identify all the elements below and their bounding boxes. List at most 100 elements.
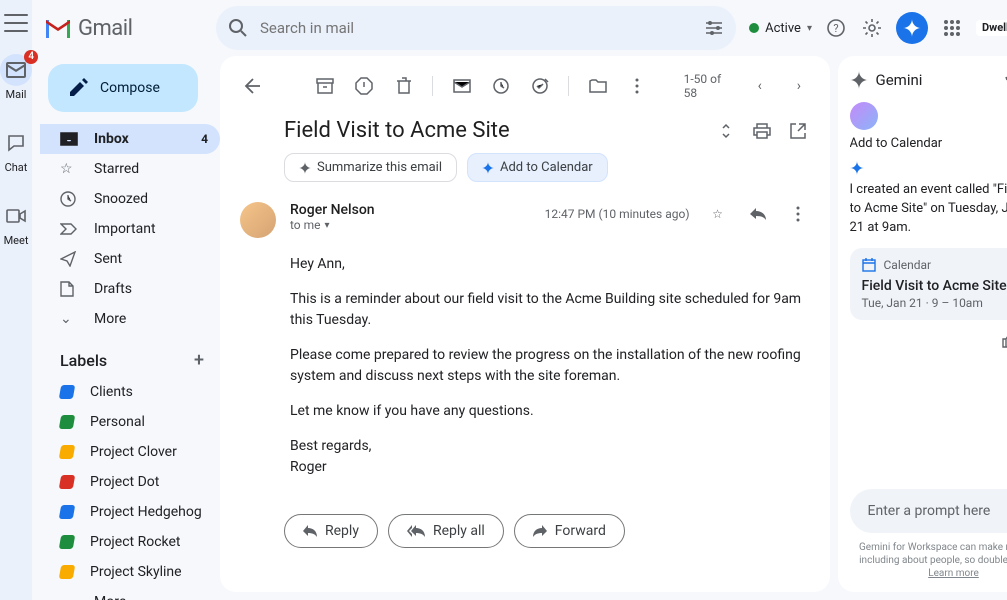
chevron-down-icon: ▾	[325, 220, 330, 231]
draft-icon	[60, 281, 78, 297]
nav-starred[interactable]: ☆Starred	[40, 154, 220, 184]
more-icon[interactable]	[626, 74, 647, 98]
spark-icon	[482, 162, 494, 174]
snooze-icon[interactable]	[490, 74, 511, 98]
send-icon	[60, 251, 78, 267]
help-icon[interactable]: ?	[824, 16, 848, 40]
label-skyline[interactable]: Project Skyline	[40, 557, 220, 587]
chat-icon	[6, 133, 26, 153]
label-swatch-icon	[59, 535, 75, 549]
chevron-down-icon: ⌄	[60, 311, 78, 327]
card-time: Tue, Jan 21 · 9 – 10am	[862, 296, 1007, 310]
label-dot[interactable]: Project Dot	[40, 467, 220, 497]
sender-to[interactable]: to me▾	[290, 218, 531, 232]
status-dot-icon	[749, 23, 759, 33]
sender-avatar[interactable]	[240, 202, 276, 238]
nav-snoozed[interactable]: Snoozed	[40, 184, 220, 214]
more-icon[interactable]	[786, 202, 810, 226]
nav-inbox[interactable]: Inbox4	[40, 124, 220, 154]
label-swatch-icon	[59, 505, 75, 519]
panel-subtitle: Add to Calendar	[850, 136, 1007, 151]
search-bar[interactable]	[216, 6, 736, 50]
label-personal[interactable]: Personal	[40, 407, 220, 437]
gemini-button[interactable]	[896, 12, 928, 44]
mark-unread-icon[interactable]	[451, 74, 472, 98]
prompt-input[interactable]: Enter a prompt here	[850, 489, 1007, 533]
back-icon[interactable]	[240, 74, 261, 98]
chip-add-calendar[interactable]: Add to Calendar	[467, 153, 608, 182]
delete-icon[interactable]	[393, 74, 414, 98]
rail-mail-label: Mail	[6, 88, 27, 101]
gemini-response: I created an event called "Field Visit t…	[850, 181, 1007, 238]
gemini-spark-icon	[850, 161, 864, 175]
settings-icon[interactable]	[860, 16, 884, 40]
reply-icon[interactable]	[746, 202, 770, 226]
expand-icon[interactable]	[714, 119, 738, 143]
gmail-logo-icon	[44, 17, 72, 39]
forward-button[interactable]: Forward	[514, 514, 625, 548]
mail-icon	[6, 62, 26, 78]
star-icon: ☆	[60, 161, 78, 177]
menu-icon[interactable]	[4, 14, 28, 32]
org-chip[interactable]: Dwelling Fund	[976, 20, 1007, 36]
label-rocket[interactable]: Project Rocket	[40, 527, 220, 557]
sidebar: Compose Inbox4 ☆Starred Snoozed Importan…	[40, 56, 220, 592]
compose-button[interactable]: Compose	[48, 64, 198, 112]
svg-text:?: ?	[833, 22, 838, 35]
task-icon[interactable]	[529, 74, 550, 98]
time-label: 12:47 PM (10 minutes ago)	[545, 207, 690, 221]
nav-important[interactable]: Important	[40, 214, 220, 244]
calendar-icon	[862, 258, 876, 272]
panel-title: Gemini	[876, 71, 994, 89]
toolbar: 1-50 of 58 ‹ ›	[240, 64, 810, 108]
rail-meet-label: Meet	[4, 234, 29, 247]
pager-text: 1-50 of 58	[684, 72, 732, 100]
rail-mail[interactable]: 4 Mail	[0, 50, 32, 105]
mail-badge: 4	[24, 50, 38, 64]
next-icon[interactable]: ›	[788, 74, 809, 98]
gemini-spark-icon	[850, 71, 868, 89]
calendar-card[interactable]: Calendar Field Visit to Acme Site Tue, J…	[850, 248, 1007, 320]
label-clients[interactable]: Clients	[40, 377, 220, 407]
search-input[interactable]	[260, 19, 692, 37]
history-icon[interactable]	[1002, 68, 1007, 92]
rail-meet[interactable]: Meet	[0, 196, 32, 251]
label-hedgehog[interactable]: Project Hedgehog	[40, 497, 220, 527]
reply-button[interactable]: Reply	[284, 514, 378, 548]
header: Gmail Active ▾ ? Dwelling Fund	[32, 0, 1007, 56]
status-label: Active	[765, 21, 801, 36]
status-chip[interactable]: Active ▾	[749, 21, 812, 36]
label-swatch-icon	[59, 385, 75, 399]
chevron-down-icon: ▾	[807, 23, 812, 34]
rail-chat[interactable]: Chat	[0, 123, 32, 178]
app-name: Gmail	[78, 16, 132, 41]
prev-icon[interactable]: ‹	[749, 74, 770, 98]
nav-more[interactable]: ⌄More	[40, 304, 220, 334]
reply-all-button[interactable]: Reply all	[388, 514, 504, 548]
label-swatch-icon	[59, 565, 75, 579]
labels-more[interactable]: ⌄More	[40, 587, 220, 600]
star-icon[interactable]: ☆	[706, 202, 730, 226]
archive-icon[interactable]	[315, 74, 336, 98]
learn-more-link[interactable]: Learn more	[928, 568, 979, 579]
spam-icon[interactable]	[354, 74, 375, 98]
app-rail: 4 Mail Chat Meet	[0, 0, 32, 600]
label-swatch-icon	[59, 445, 75, 459]
nav-drafts[interactable]: Drafts	[40, 274, 220, 304]
apps-icon[interactable]	[940, 16, 964, 40]
video-icon	[6, 209, 26, 223]
tune-icon[interactable]	[704, 18, 724, 38]
print-icon[interactable]	[750, 119, 774, 143]
add-label-icon[interactable]: +	[194, 350, 204, 371]
move-icon[interactable]	[587, 74, 608, 98]
thumbs-up-icon[interactable]	[998, 328, 1007, 352]
nav-sent[interactable]: Sent	[40, 244, 220, 274]
popout-icon[interactable]	[786, 119, 810, 143]
gemini-panel: Gemini Add to Calendar I created an even…	[838, 56, 1007, 592]
important-icon	[60, 223, 78, 235]
label-swatch-icon	[59, 415, 75, 429]
label-clover[interactable]: Project Clover	[40, 437, 220, 467]
forward-icon	[533, 525, 547, 537]
label-swatch-icon	[59, 475, 75, 489]
chip-summarize[interactable]: Summarize this email	[284, 153, 457, 182]
